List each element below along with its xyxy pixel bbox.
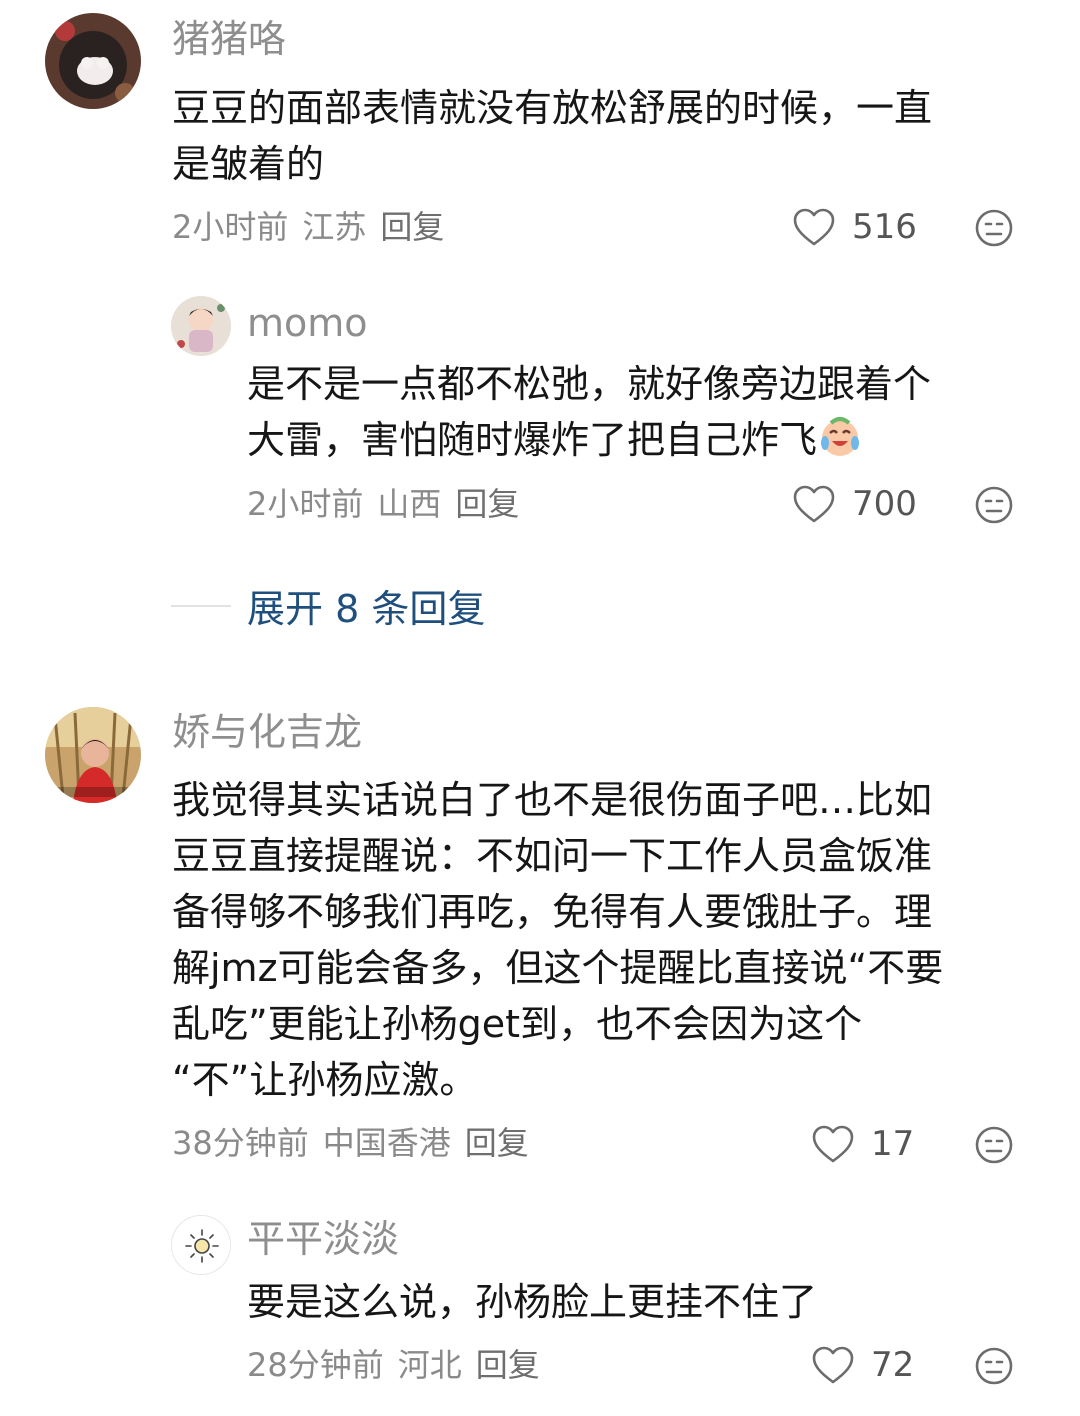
comment-username[interactable]: 娇与化吉龙 (172, 713, 362, 751)
reply-button[interactable]: 回复 (465, 1124, 529, 1162)
reply-button[interactable]: 回复 (380, 208, 444, 246)
comment-text: 我觉得其实话说白了也不是很伤面子吧…比如 豆豆直接提醒说：不如问一下工作人员盒饭… (172, 778, 944, 1102)
expand-replies-label[interactable]: 展开 8 条回复 (247, 578, 485, 633)
avatar[interactable] (171, 1215, 231, 1275)
like-count: 17 (871, 1124, 915, 1164)
reply-meta: 2小时前 山西 回复 (247, 488, 533, 520)
reply-location: 河北 (397, 1346, 462, 1384)
sun-icon (172, 1216, 230, 1274)
reply-meta: 28分钟前 河北 回复 (247, 1349, 554, 1381)
heart-icon (812, 1125, 854, 1163)
dislike-face-icon[interactable] (974, 1125, 1014, 1165)
comment-location: 江苏 (302, 208, 367, 246)
like-button[interactable]: 72 (811, 1345, 931, 1385)
like-count: 516 (852, 207, 917, 247)
comment-location: 中国香港 (322, 1124, 451, 1162)
reply-username[interactable]: momo (247, 304, 368, 342)
avatar[interactable] (45, 13, 141, 109)
heart-icon (793, 208, 835, 246)
reply-time: 28分钟前 (247, 1346, 384, 1384)
dislike-face-icon[interactable] (974, 485, 1014, 525)
like-button[interactable]: 516 (792, 207, 917, 247)
laugh-cry-emoji-icon (821, 417, 860, 456)
dislike-face-icon[interactable] (974, 208, 1014, 248)
expand-replies[interactable]: 展开 8 条回复 (171, 578, 485, 633)
comment-meta: 38分钟前 中国香港 回复 (172, 1127, 543, 1159)
reply-button[interactable]: 回复 (455, 485, 519, 523)
comment-time: 38分钟前 (172, 1124, 309, 1162)
like-button[interactable]: 17 (811, 1124, 931, 1164)
dislike-face-icon[interactable] (974, 1346, 1014, 1386)
reply-text: 是不是一点都不松弛，就好像旁边跟着个 大雷，害怕随时爆炸了把自己炸飞 (247, 356, 1037, 468)
reply-time: 2小时前 (247, 485, 364, 523)
like-count: 700 (852, 484, 917, 524)
comment-list: 猪猪咯 豆豆的面部表情就没有放松舒展的时候，一直 是皱着的 2小时前 江苏 回复 5… (0, 0, 1080, 1416)
reply-text: 要是这么说，孙杨脸上更挂不住了 (247, 1280, 818, 1324)
reply-location: 山西 (377, 485, 442, 523)
expand-divider (171, 604, 231, 607)
avatar[interactable] (45, 707, 141, 803)
heart-icon (812, 1346, 854, 1384)
like-button[interactable]: 700 (792, 484, 917, 524)
avatar[interactable] (171, 296, 231, 356)
like-count: 72 (871, 1345, 915, 1385)
heart-icon (793, 485, 835, 523)
comment-meta: 2小时前 江苏 回复 (172, 211, 458, 243)
comment-time: 2小时前 (172, 208, 289, 246)
comment-username[interactable]: 猪猪咯 (172, 20, 286, 58)
reply-username[interactable]: 平平淡淡 (247, 1220, 399, 1258)
reply-button[interactable]: 回复 (476, 1346, 540, 1384)
comment-text: 豆豆的面部表情就没有放松舒展的时候，一直 是皱着的 (172, 86, 933, 186)
